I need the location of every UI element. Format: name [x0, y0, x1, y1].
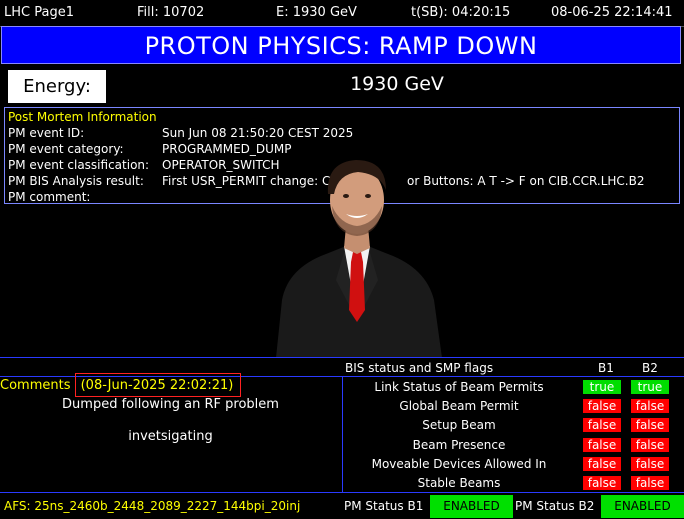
b2-beam-presence-flag: false [631, 438, 669, 452]
b1-moveable-devices-flag: false [583, 457, 621, 471]
comment-line: invetsigating [128, 429, 213, 444]
pm-event-classification-label: PM event classification: [8, 158, 150, 172]
bis-row-setup-beam: Setup Beam [422, 418, 496, 432]
fill-number: Fill: 10702 [137, 5, 205, 20]
pm-bis-analysis-label: PM BIS Analysis result: [8, 174, 144, 188]
beam-energy-readout: E: 1930 GeV [276, 5, 357, 20]
person-photo [276, 160, 442, 358]
bis-row-global-beam-permit: Global Beam Permit [399, 399, 519, 413]
pm-status-b1-label: PM Status B1 [344, 499, 424, 513]
pm-event-classification-value: OPERATOR_SWITCH [162, 158, 280, 172]
energy-label: Energy: [23, 76, 91, 97]
machine-mode-title: PROTON PHYSICS: RAMP DOWN [144, 32, 538, 60]
b2-setup-beam-flag: false [631, 418, 669, 432]
bis-row-moveable-devices: Moveable Devices Allowed In [371, 457, 547, 471]
pm-event-id-value: Sun Jun 08 21:50:20 CEST 2025 [162, 126, 354, 140]
b1-global-permit-flag: false [583, 399, 621, 413]
pm-status-b2-indicator: ENABLED [601, 495, 684, 518]
b1-beam-presence-flag: false [583, 438, 621, 452]
current-datetime: 08-06-25 22:14:41 [551, 5, 673, 20]
beam2-column-header: B2 [642, 361, 658, 375]
b1-stable-beams-flag: false [583, 476, 621, 490]
bis-row-link-status: Link Status of Beam Permits [374, 380, 544, 394]
stable-beams-time: t(SB): 04:20:15 [411, 5, 511, 20]
pm-status-b1-indicator: ENABLED [430, 495, 513, 518]
page-name: LHC Page1 [4, 5, 74, 20]
comments-date-highlight [75, 373, 241, 397]
bis-row-beam-presence: Beam Presence [412, 438, 506, 452]
post-mortem-title: Post Mortem Information [8, 110, 157, 124]
bis-status-title: BIS status and SMP flags [345, 361, 494, 375]
red-tie [349, 252, 365, 322]
b1-link-status-flag: true [583, 380, 621, 394]
energy-value: 1930 GeV [350, 73, 444, 95]
pm-event-category-label: PM event category: [8, 142, 124, 156]
pm-status-b2-label: PM Status B2 [515, 499, 595, 513]
afs-filling-scheme: AFS: 25ns_2460b_2448_2089_2227_144bpi_20… [4, 499, 301, 513]
energy-label-box: Energy: [8, 70, 106, 103]
b2-moveable-devices-flag: false [631, 457, 669, 471]
pm-event-id-label: PM event ID: [8, 126, 85, 140]
beam1-column-header: B1 [598, 361, 614, 375]
top-status-bar: LHC Page1 Fill: 10702 E: 1930 GeV t(SB):… [0, 0, 684, 27]
b2-stable-beams-flag: false [631, 476, 669, 490]
b1-setup-beam-flag: false [583, 418, 621, 432]
comment-line: Dumped following an RF problem [62, 397, 279, 412]
b2-global-permit-flag: false [631, 399, 669, 413]
section-divider [0, 357, 684, 358]
b2-link-status-flag: true [631, 380, 669, 394]
machine-mode-banner: PROTON PHYSICS: RAMP DOWN [1, 26, 681, 64]
bis-row-stable-beams: Stable Beams [417, 476, 501, 490]
comments-label: Comments [0, 378, 71, 393]
pm-comment-label: PM comment: [8, 190, 91, 204]
